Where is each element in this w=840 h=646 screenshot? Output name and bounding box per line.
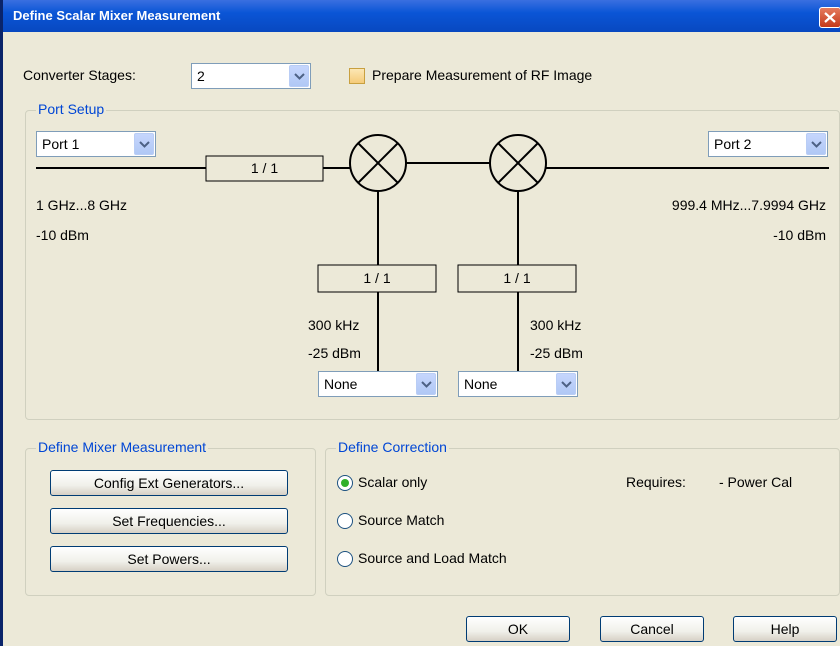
- mixer-measurement-title: Define Mixer Measurement: [36, 439, 209, 455]
- lo1-ratio-label: 1 / 1: [363, 270, 391, 286]
- lo1-frequency: 300 kHz: [308, 317, 360, 333]
- output-power: -10 dBm: [773, 227, 826, 243]
- lo2-source-value: None: [464, 376, 498, 392]
- lo1-source-value: None: [324, 376, 358, 392]
- correction-title: Define Correction: [336, 439, 449, 455]
- set-frequencies-button[interactable]: Set Frequencies...: [50, 508, 288, 534]
- config-ext-generators-button[interactable]: Config Ext Generators...: [50, 470, 288, 496]
- chevron-down-icon[interactable]: [416, 373, 436, 395]
- lo1-source-select[interactable]: None: [318, 371, 438, 397]
- lo2-frequency: 300 kHz: [530, 317, 582, 333]
- radio-selected-dot: [341, 479, 349, 487]
- input-power: -10 dBm: [36, 227, 89, 243]
- lo1-power: -25 dBm: [308, 345, 361, 361]
- help-button[interactable]: Help: [733, 616, 837, 642]
- scalar-only-label: Scalar only: [358, 474, 428, 490]
- output-frequency: 999.4 MHz...7.9994 GHz: [671, 197, 826, 213]
- ratio-in-label: 1 / 1: [250, 160, 279, 176]
- requires-label: Requires:: [626, 474, 686, 490]
- lo2-source-select[interactable]: None: [458, 371, 578, 397]
- lo2-ratio-label: 1 / 1: [503, 270, 531, 286]
- radio-scalar-only[interactable]: [337, 475, 353, 491]
- port-in-select[interactable]: Port 1: [36, 131, 156, 157]
- radio-source-load-match[interactable]: [337, 551, 353, 567]
- chevron-down-icon[interactable]: [806, 133, 826, 155]
- port-out-value: Port 2: [714, 136, 752, 152]
- chevron-down-icon[interactable]: [134, 133, 154, 155]
- source-load-match-label: Source and Load Match: [358, 550, 507, 566]
- radio-source-match[interactable]: [337, 513, 353, 529]
- ok-button[interactable]: OK: [466, 616, 570, 642]
- dialog-window: Define Scalar Mixer Measurement Converte…: [0, 0, 840, 646]
- cancel-button[interactable]: Cancel: [600, 616, 704, 642]
- port-out-select[interactable]: Port 2: [708, 131, 828, 157]
- lo2-power: -25 dBm: [530, 345, 583, 361]
- set-powers-button[interactable]: Set Powers...: [50, 546, 288, 572]
- chevron-down-icon[interactable]: [556, 373, 576, 395]
- source-match-label: Source Match: [358, 512, 445, 528]
- port-in-value: Port 1: [42, 136, 80, 152]
- input-frequency: 1 GHz...8 GHz: [36, 197, 128, 213]
- requires-value: - Power Cal: [719, 474, 793, 490]
